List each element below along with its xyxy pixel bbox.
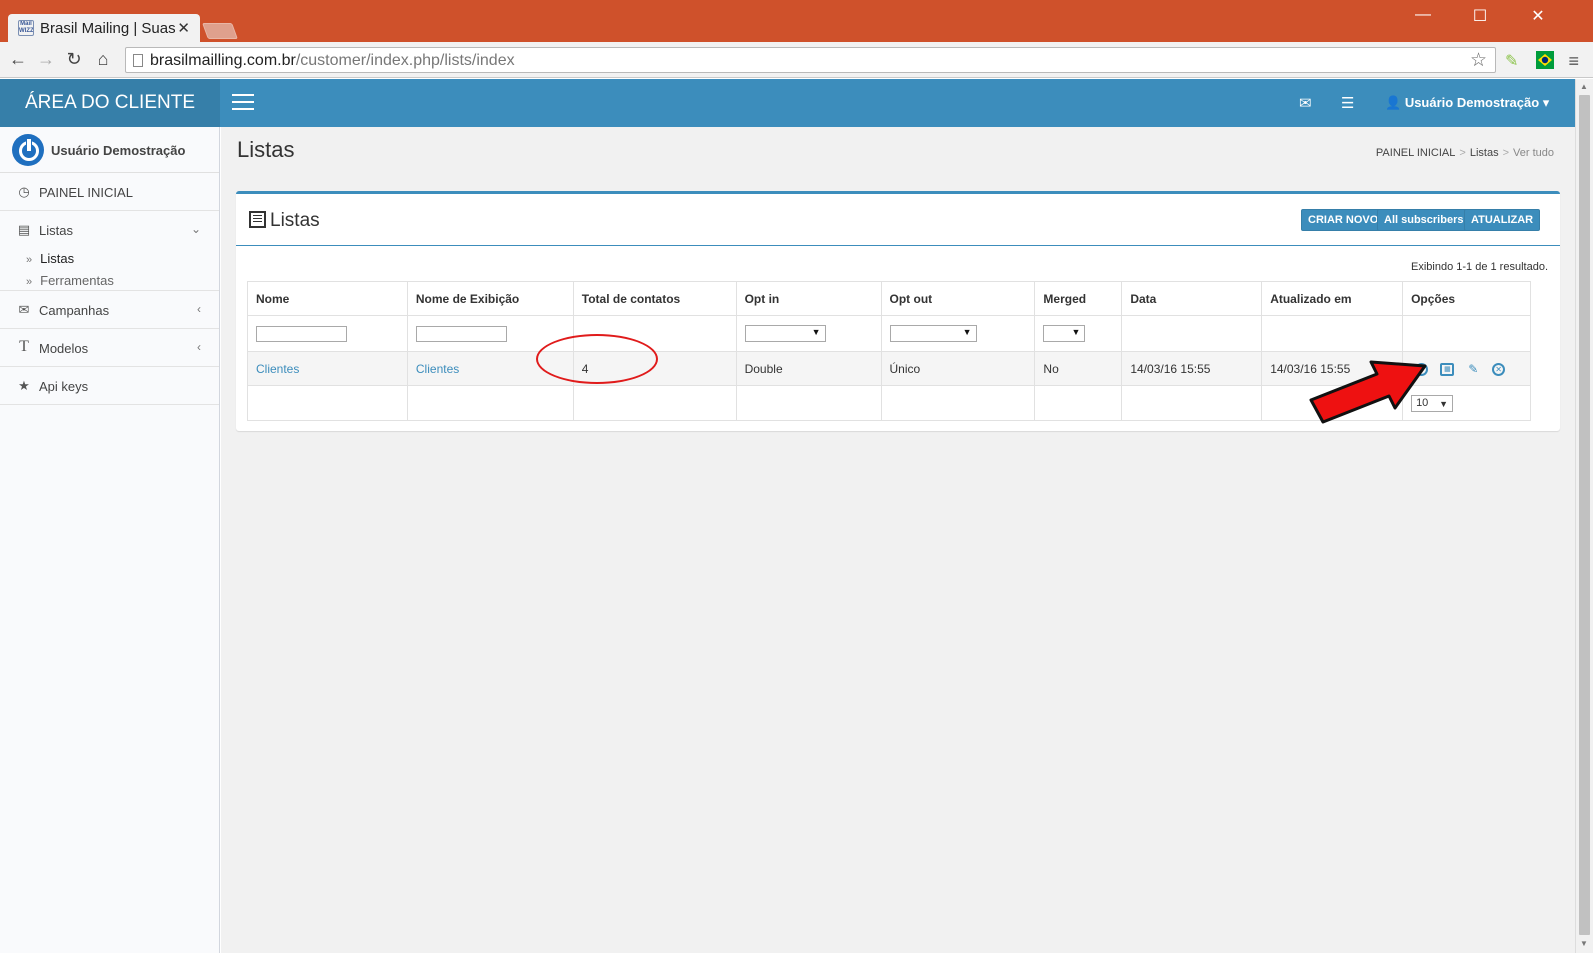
envelope-icon[interactable]: ✉ <box>1299 94 1312 112</box>
list-alt-icon <box>249 211 266 228</box>
close-window-button[interactable]: ✕ <box>1518 6 1558 26</box>
sidebar-group-listas: ▤ Listas ⌄ » Listas » Ferramentas <box>0 211 219 291</box>
dashboard-icon: ◷ <box>18 184 30 199</box>
back-icon[interactable]: ← <box>7 49 29 70</box>
text-icon: T <box>19 338 29 355</box>
home-icon[interactable]: ⌂ <box>92 49 114 70</box>
chrome-menu-icon[interactable]: ≡ <box>1568 51 1579 72</box>
red-arrow-annotation <box>1309 360 1427 424</box>
breadcrumb-ver-tudo: Ver tudo <box>1513 147 1554 159</box>
col-data[interactable]: Data <box>1121 281 1263 316</box>
list-icon: ▤ <box>17 222 31 237</box>
edit-pencil-icon[interactable]: ✎ <box>1467 362 1480 376</box>
sidebar-item-campanhas[interactable]: ✉ Campanhas ‹ <box>0 291 219 329</box>
breadcrumb-listas[interactable]: Listas <box>1470 147 1499 159</box>
reload-icon[interactable]: ↻ <box>63 49 85 70</box>
refresh-button[interactable]: ATUALIZAR <box>1464 209 1541 231</box>
user-panel: Usuário Demostração <box>0 127 219 173</box>
sidebar-subitem-listas[interactable]: » Listas <box>26 251 74 266</box>
power-icon <box>12 134 44 166</box>
logo[interactable]: ÁREA DO CLIENTE <box>0 79 220 127</box>
opt-out-cell: Único <box>880 351 1036 386</box>
page-scrollbar[interactable]: ▲ ▼ <box>1575 79 1593 953</box>
overview-icon[interactable]: ▦ <box>1440 362 1455 376</box>
col-opt-in[interactable]: Opt in <box>735 281 882 316</box>
brazil-flag-icon[interactable] <box>1536 51 1554 69</box>
app-header: ÁREA DO CLIENTE ✉ ☰ 👤 Usuário Demostraçã… <box>0 79 1575 127</box>
filter-merged-select[interactable] <box>1043 325 1086 342</box>
scroll-up-icon[interactable]: ▲ <box>1580 82 1588 91</box>
page-icon <box>133 54 143 67</box>
maximize-button[interactable]: ☐ <box>1460 6 1500 26</box>
breadcrumb: PAINEL INICIAL > Listas > Ver tudo <box>1375 147 1554 159</box>
col-opt-out[interactable]: Opt out <box>880 281 1036 316</box>
sidebar-item-listas[interactable]: ▤ Listas ⌄ <box>0 211 219 249</box>
box-header: Listas CRIAR NOVO All subscribers ATUALI… <box>236 194 1560 246</box>
main-content: Listas PAINEL INICIAL > Listas > Ver tudo Li… <box>221 127 1575 953</box>
all-subscribers-button[interactable]: All subscribers <box>1377 209 1471 231</box>
scroll-down-icon[interactable]: ▼ <box>1580 939 1588 948</box>
filter-opt-out-select[interactable] <box>889 325 977 342</box>
double-chevron-icon: » <box>26 276 33 288</box>
user-icon: 👤 <box>1385 95 1402 110</box>
filter-nome-exibicao-input[interactable] <box>415 325 507 342</box>
col-nome[interactable]: Nome <box>247 281 408 316</box>
chevron-left-icon: ‹ <box>197 340 201 354</box>
chevron-down-icon: ⌄ <box>190 222 201 236</box>
browser-titlebar: Mail WIZZ Brasil Mailing | Suas ✕ — ☐ ✕ <box>0 0 1593 42</box>
bookmark-star-icon[interactable]: ☆ <box>1470 49 1487 72</box>
date-cell: 14/03/16 15:55 <box>1121 351 1263 386</box>
chevron-left-icon: ‹ <box>197 302 201 316</box>
results-summary: Exibindo 1-1 de 1 resultado. <box>1411 261 1548 273</box>
col-total-contatos[interactable]: Total de contatos <box>572 281 737 316</box>
col-merged[interactable]: Merged <box>1034 281 1123 316</box>
forward-icon[interactable]: → <box>35 49 57 70</box>
sidebar-subitem-ferramentas[interactable]: » Ferramentas <box>26 273 114 288</box>
browser-toolbar: ← → ↻ ⌂ brasilmailling.com.br/customer/i… <box>0 42 1593 78</box>
sidebar-user-name: Usuário Demostração <box>51 143 186 158</box>
sidebar-item-modelos[interactable]: T Modelos ‹ <box>0 329 219 367</box>
breadcrumb-painel[interactable]: PAINEL INICIAL <box>1376 147 1455 159</box>
sidebar-toggle-icon[interactable] <box>232 94 254 112</box>
tab-close-icon[interactable]: ✕ <box>177 19 190 37</box>
highlight-ellipse <box>536 334 658 384</box>
star-icon: ★ <box>18 378 30 393</box>
opt-in-cell: Double <box>735 351 882 386</box>
merged-cell: No <box>1034 351 1123 386</box>
tab-title: Brasil Mailing | Suas <box>40 20 175 37</box>
scroll-thumb[interactable] <box>1579 95 1590 935</box>
table-header-row: Nome Nome de Exibição Total de contatos … <box>247 281 1531 316</box>
address-bar[interactable]: brasilmailling.com.br/customer/index.php… <box>125 47 1496 73</box>
create-new-button[interactable]: CRIAR NOVO <box>1301 209 1386 231</box>
filter-opt-in-select[interactable] <box>744 325 826 342</box>
box-title: Listas <box>249 210 320 232</box>
col-nome-exibicao[interactable]: Nome de Exibição <box>406 281 574 316</box>
list-display-name-link[interactable]: Clientes <box>416 362 459 376</box>
delete-icon[interactable]: ✕ <box>1492 362 1506 376</box>
filter-row <box>247 315 1531 352</box>
favicon-icon: Mail WIZZ <box>18 20 34 36</box>
url-text: brasilmailling.com.br/customer/index.php… <box>150 52 515 69</box>
list-name-link[interactable]: Clientes <box>256 362 299 376</box>
list-alt-icon[interactable]: ☰ <box>1341 94 1354 112</box>
col-atualizado[interactable]: Atualizado em <box>1261 281 1404 316</box>
sidebar-item-api-keys[interactable]: ★ Api keys <box>0 367 219 405</box>
sidebar-item-painel-inicial[interactable]: ◷ PAINEL INICIAL <box>0 173 219 211</box>
browser-tab[interactable]: Mail WIZZ Brasil Mailing | Suas ✕ <box>8 14 200 42</box>
extension-leaf-icon[interactable]: ✎ <box>1505 51 1523 70</box>
new-tab-button[interactable] <box>202 23 238 39</box>
double-chevron-icon: » <box>26 254 33 266</box>
user-menu[interactable]: 👤 Usuário Demostração ▾ <box>1385 95 1549 111</box>
filter-nome-input[interactable] <box>256 325 347 342</box>
col-opcoes: Opções <box>1402 281 1531 316</box>
minimize-button[interactable]: — <box>1403 6 1443 24</box>
sidebar: Usuário Demostração ◷ PAINEL INICIAL ▤ L… <box>0 127 220 953</box>
envelope-icon: ✉ <box>18 302 30 317</box>
page-title: Listas <box>237 137 295 162</box>
